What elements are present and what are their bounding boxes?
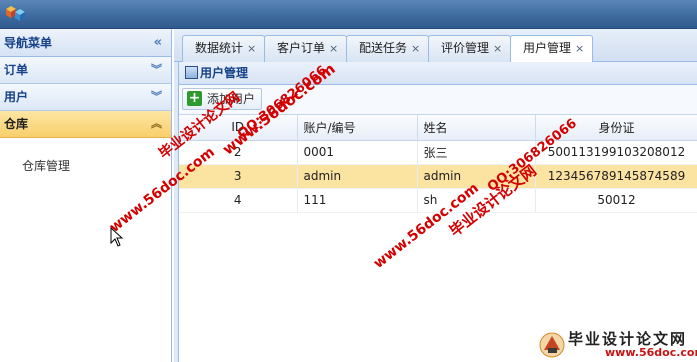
accordion-body-warehouse: 仓库管理 <box>0 138 171 351</box>
tab-label: 客户订单 <box>277 41 326 55</box>
close-icon[interactable]: × <box>493 42 502 55</box>
close-icon[interactable]: × <box>329 42 338 55</box>
chevron-double-up-icon[interactable]: ︽ <box>151 111 162 137</box>
cell-account: 0001 <box>297 140 418 165</box>
chevron-double-down-icon[interactable]: ︾ <box>151 57 162 83</box>
sidebar-header: 导航菜单 « <box>0 29 171 57</box>
app-logo-icon <box>6 6 25 21</box>
chevron-double-down-icon[interactable]: ︾ <box>151 84 162 110</box>
panel-title: 用户管理 <box>200 66 249 80</box>
tab-review-management[interactable]: 评价管理 × <box>428 35 512 62</box>
close-icon[interactable]: × <box>575 42 584 55</box>
table-row-selected[interactable]: 3 admin admin 123456789145874589 <box>179 164 697 189</box>
brand-url-text: www.56doc.com <box>605 346 697 359</box>
accordion-users[interactable]: 用户 ︾ <box>0 84 171 111</box>
accordion-warehouse[interactable]: 仓库 ︽ <box>0 111 171 138</box>
cell-account: 111 <box>297 188 418 213</box>
table-row[interactable]: 2 0001 张三 500113199103208012 <box>179 140 697 165</box>
tab-data-stats[interactable]: 数据统计 × <box>182 35 266 62</box>
save-icon <box>185 66 198 79</box>
tab-label: 评价管理 <box>441 41 490 55</box>
column-header-name[interactable]: 姓名 <box>417 115 536 141</box>
tab-delivery-tasks[interactable]: 配送任务 × <box>346 35 430 62</box>
plus-icon: + <box>187 90 202 106</box>
column-header-account[interactable]: 账户/编号 <box>297 115 418 141</box>
tab-label: 数据统计 <box>195 41 244 55</box>
title-bar <box>0 0 697 29</box>
sidebar-title: 导航菜单 <box>4 36 53 50</box>
accordion-label: 订单 <box>4 63 29 77</box>
accordion-orders[interactable]: 订单 ︾ <box>0 57 171 84</box>
cell-id: 4 <box>179 188 298 213</box>
close-icon[interactable]: × <box>411 42 420 55</box>
app-window: 导航菜单 « 订单 ︾ 用户 ︾ 仓库 ︽ 仓库管理 数据统计× 客户订单× <box>0 0 697 362</box>
close-icon[interactable]: × <box>247 42 256 55</box>
toolbar: + 添加用户 <box>179 85 697 115</box>
tab-label: 用户管理 <box>523 41 572 55</box>
tab-strip: 数据统计 × 客户订单 × 配送任务 × 评价管理 × 用户管理 × <box>174 29 697 63</box>
accordion-label: 仓库 <box>4 117 29 131</box>
accordion-label: 用户 <box>4 90 29 104</box>
cell-account: admin <box>297 164 418 189</box>
tab-customer-orders[interactable]: 客户订单 × <box>264 35 348 62</box>
cell-id-card: 50012 <box>535 188 697 213</box>
tab-user-management[interactable]: 用户管理 × <box>510 35 594 63</box>
collapse-sidebar-icon[interactable]: « <box>154 29 162 57</box>
menu-item-warehouse-management[interactable]: 仓库管理 <box>22 157 171 174</box>
cell-id-card: 123456789145874589 <box>535 164 697 189</box>
tab-label: 配送任务 <box>359 41 408 55</box>
main-area: 数据统计 × 客户订单 × 配送任务 × 评价管理 × 用户管理 × 用户管理 + <box>174 29 697 362</box>
panel-title-bar: 用户管理 <box>179 62 697 85</box>
